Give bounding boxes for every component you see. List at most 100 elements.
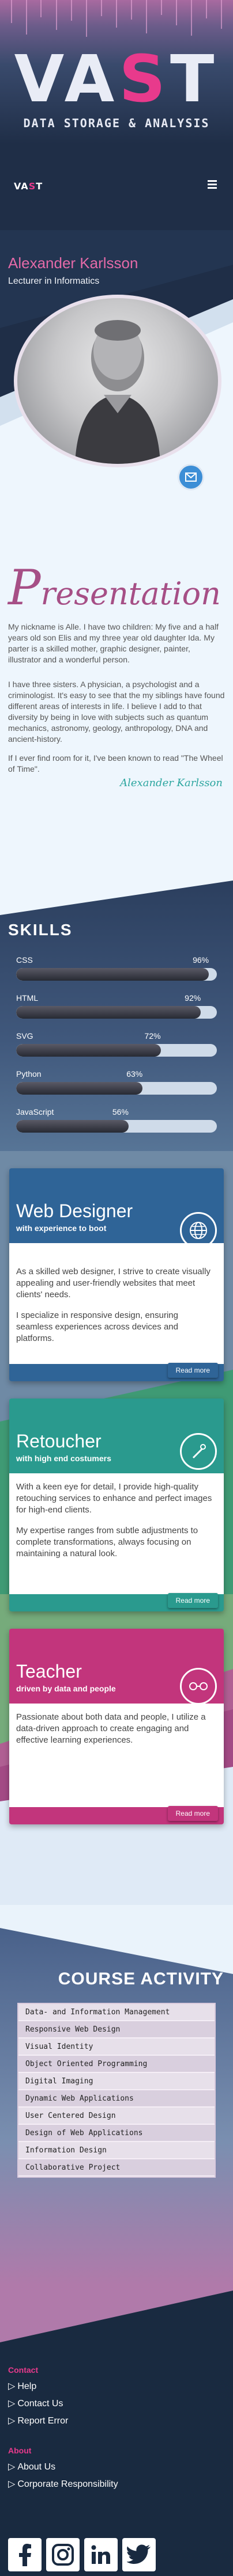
- skill-percent: 92%: [185, 993, 201, 1003]
- footer-link-help[interactable]: ▷ Help: [8, 2380, 36, 2392]
- skill-fill: [16, 1120, 129, 1133]
- course-list: Data- and Information Management Responsi…: [17, 2003, 216, 2178]
- card-title: Retoucher: [16, 1431, 102, 1451]
- card-footer: Read more: [9, 1593, 224, 1611]
- course-item[interactable]: Collaborative Project: [18, 2159, 215, 2177]
- service-card-web-designer: Web Designer with experience to boot As …: [9, 1168, 224, 1381]
- hamburger-icon[interactable]: [208, 178, 219, 191]
- footer-link-about[interactable]: ▷ About Us: [8, 2461, 55, 2472]
- card-footer: Read more: [9, 1806, 224, 1824]
- card-body: With a keen eye for detail, I provide hi…: [9, 1473, 224, 1594]
- skills-divider: [0, 869, 233, 915]
- skill-track: [16, 1082, 217, 1095]
- skill-label: SVG: [16, 1031, 33, 1041]
- skill-label: CSS: [16, 955, 33, 965]
- triangle-icon: ▷: [8, 2479, 16, 2489]
- triangle-icon: ▷: [8, 2416, 16, 2426]
- profile-portrait: [14, 295, 221, 467]
- footer-link-report[interactable]: ▷ Report Error: [8, 2415, 68, 2426]
- footer-about-heading: About: [8, 2446, 32, 2455]
- course-item[interactable]: Data- and Information Management: [18, 2004, 215, 2021]
- skill-label: Python: [16, 1069, 42, 1079]
- footer-link-responsibility[interactable]: ▷ Corporate Responsibility: [8, 2478, 118, 2490]
- skill-label: HTML: [16, 993, 39, 1003]
- glasses-icon: [180, 1668, 217, 1705]
- profile-name: Alexander Karlsson: [8, 254, 138, 272]
- course-item[interactable]: Digital Imaging: [18, 2073, 215, 2090]
- presentation-title: Presentation: [8, 559, 221, 616]
- skill-track: [16, 968, 217, 981]
- signature: Alexander Karlsson: [120, 777, 223, 789]
- card-header: Retoucher with high end costumers: [9, 1398, 224, 1473]
- course-item[interactable]: Dynamic Web Applications: [18, 2090, 215, 2108]
- wand-icon: [180, 1433, 217, 1470]
- triangle-icon: ▷: [8, 2399, 16, 2409]
- service-card-teacher: Teacher driven by data and people Passio…: [9, 1629, 224, 1824]
- card-body: Passionate about both data and people, I…: [9, 1704, 224, 1807]
- card-header: Web Designer with experience to boot: [9, 1168, 224, 1249]
- linkedin-icon[interactable]: [84, 2538, 118, 2571]
- course-item[interactable]: Responsive Web Design: [18, 2021, 215, 2038]
- footer: Contact ▷ Help ▷ Contact Us ▷ Report Error …: [0, 2285, 233, 2576]
- facebook-icon[interactable]: [8, 2538, 42, 2571]
- profile-section: Alexander Karlsson Lecturer in Informati…: [0, 230, 233, 501]
- card-text: My expertise ranges from subtle adjustme…: [16, 1526, 198, 1558]
- footer-link-contact[interactable]: ▷ Contact Us: [8, 2398, 63, 2409]
- instagram-icon[interactable]: [46, 2538, 80, 2571]
- presentation-section: Presentation My nickname is Alle. I have…: [0, 501, 233, 869]
- course-item[interactable]: Design of Web Applications: [18, 2125, 215, 2142]
- card-text: Passionate about both data and people, I…: [16, 1712, 206, 1745]
- card-footer: Read more: [9, 1363, 224, 1381]
- card-title: Teacher: [16, 1661, 82, 1682]
- page: VAST DATA STORAGE & ANALYSIS VAST Alexan…: [0, 0, 233, 2576]
- hero-subtitle: DATA STORAGE & ANALYSIS: [23, 116, 210, 130]
- courses-title: COURSE ACTIVITY: [58, 1969, 224, 1988]
- hero-title: VAST: [14, 42, 219, 117]
- read-more-button[interactable]: Read more: [167, 1806, 218, 1821]
- hero-decoration: [11, 0, 222, 37]
- course-item[interactable]: Information Design: [18, 2142, 215, 2159]
- skill-fill: [16, 968, 209, 981]
- triangle-icon: ▷: [8, 2462, 16, 2472]
- navbar: VAST: [0, 144, 233, 230]
- card-text: As a skilled web designer, I strive to c…: [16, 1267, 211, 1300]
- skill-fill: [16, 1006, 201, 1019]
- presentation-paragraph: My nickname is Alle. I have two children…: [8, 622, 219, 664]
- presentation-paragraph: If I ever find room for it, I've been kn…: [8, 753, 223, 773]
- skill-fill: [16, 1082, 143, 1095]
- card-subtitle: driven by data and people: [16, 1684, 116, 1693]
- skill-percent: 72%: [144, 1031, 161, 1041]
- skill-percent: 56%: [112, 1107, 129, 1116]
- profile-role: Lecturer in Informatics: [8, 276, 100, 286]
- card-subtitle: with high end costumers: [16, 1454, 111, 1463]
- card-body: As a skilled web designer, I strive to c…: [9, 1243, 224, 1364]
- skills-title: SKILLS: [8, 921, 73, 939]
- skill-track: [16, 1006, 217, 1019]
- triangle-icon: ▷: [8, 2381, 16, 2391]
- hero-banner: VAST DATA STORAGE & ANALYSIS: [0, 0, 233, 144]
- skill-track: [16, 1044, 217, 1057]
- twitter-icon[interactable]: [122, 2538, 156, 2571]
- skill-track: [16, 1120, 217, 1133]
- card-title: Web Designer: [16, 1201, 133, 1221]
- course-item[interactable]: Object Oriented Programming: [18, 2056, 215, 2073]
- skills-section: SKILLS CSS 96% HTML 92% SVG 72% Python 63% JavaS…: [0, 869, 233, 1180]
- card-text: With a keen eye for detail, I provide hi…: [16, 1482, 212, 1515]
- card-header: Teacher driven by data and people: [9, 1629, 224, 1705]
- presentation-paragraph: I have three sisters. A physician, a psy…: [8, 680, 225, 744]
- card-text: I specialize in responsive design, ensur…: [16, 1310, 178, 1343]
- skill-percent: 96%: [193, 955, 209, 965]
- course-item[interactable]: Visual Identity: [18, 2038, 215, 2056]
- skill-percent: 63%: [126, 1069, 143, 1079]
- footer-contact-heading: Contact: [8, 2365, 39, 2375]
- footer-divider: [0, 2285, 233, 2342]
- mail-icon[interactable]: [178, 464, 204, 490]
- read-more-button[interactable]: Read more: [167, 1363, 218, 1378]
- skill-label: JavaScript: [16, 1107, 54, 1116]
- nav-logo[interactable]: VAST: [14, 181, 43, 192]
- skill-fill: [16, 1044, 161, 1057]
- courses-section: COURSE ACTIVITY Data- and Information Ma…: [0, 1905, 233, 2285]
- read-more-button[interactable]: Read more: [167, 1593, 218, 1608]
- course-item[interactable]: User Centered Design: [18, 2108, 215, 2125]
- card-subtitle: with experience to boot: [16, 1224, 107, 1233]
